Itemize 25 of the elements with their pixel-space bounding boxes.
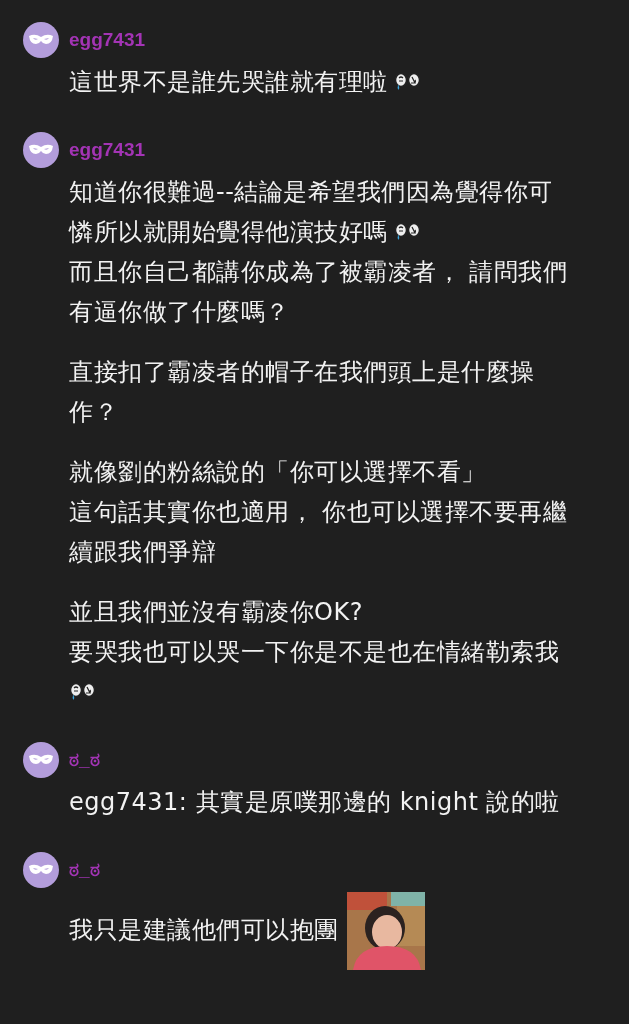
comment-text: 有逼你做了什麼嗎？ — [69, 298, 290, 326]
comment-text: 而且你自己都講你成為了被霸凌者， 請問我們 — [69, 258, 568, 286]
avatar-icon[interactable] — [23, 22, 59, 58]
comment-text: 我只是建議他們可以抱團 — [69, 916, 339, 944]
comment-text: egg7431: 其實是原噗那邊的 knight 說的啦 — [69, 788, 560, 816]
avatar-icon[interactable] — [23, 132, 59, 168]
comment-text: 這世界不是誰先哭誰就有理啦 — [69, 68, 388, 96]
comment-text: 這句話其實你也適用， 你也可以選擇不要再繼 — [69, 498, 568, 526]
crying-emoji-icon — [393, 72, 422, 92]
comment-text: 憐所以就開始覺得他演技好嗎 — [69, 218, 388, 246]
comment-text: 作？ — [69, 398, 118, 426]
comment-text: 直接扣了霸凌者的帽子在我們頭上是什麼操 — [69, 358, 535, 386]
comment-text: 並且我們並沒有霸凌你OK? — [69, 598, 363, 626]
comment-text: 續跟我們爭辯 — [69, 538, 216, 566]
username[interactable]: ಠ_ಠ — [69, 859, 100, 881]
avatar-icon[interactable] — [23, 742, 59, 778]
username[interactable]: egg7431 — [69, 139, 146, 161]
crying-emoji-icon — [393, 222, 422, 242]
comment-text: 知道你很難過--結論是希望我們因為覺得你可 — [69, 178, 553, 206]
comment-text: 就像劉的粉絲說的「你可以選擇不看」 — [69, 458, 486, 486]
username[interactable]: egg7431 — [69, 29, 146, 51]
comment-text: 要哭我也可以哭一下你是不是也在情緒勒索我 — [69, 638, 559, 666]
crying-emoji-icon — [69, 682, 97, 702]
username[interactable]: ಠ_ಠ — [69, 749, 100, 771]
avatar-icon[interactable] — [23, 852, 59, 888]
